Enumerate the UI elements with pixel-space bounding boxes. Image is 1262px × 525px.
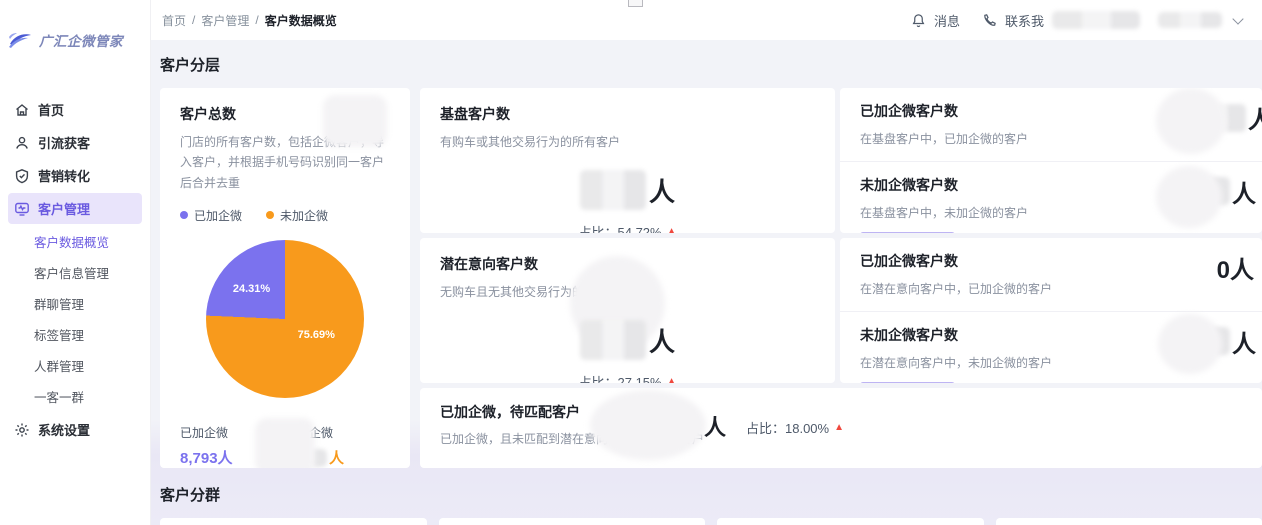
breadcrumb-separator: /	[192, 13, 195, 27]
sidebar-item-label: 营销转化	[38, 166, 90, 185]
section-title-layering: 客户分层	[160, 54, 1262, 75]
pending-match-value: 人	[704, 410, 726, 442]
total-customers-card: 客户总数 门店的所有客户数，包括企微客户，导入客户，并根据手机号码识别同一客户后…	[160, 88, 410, 468]
sidebar-item-label: 引流获客	[38, 133, 90, 152]
pending-match-card: 已加企微，待匹配客户 已加企微，且未匹配到潜在意向和基盘客户的客户 人 占比：1…	[420, 388, 1262, 468]
trend-up-icon: ▲	[667, 377, 677, 383]
layering-right-column: 基盘客户数 有购车或其他交易行为的所有客户 人 占比：54.72%▲ 已加企微客…	[420, 88, 1262, 468]
attract-wecom-button[interactable]: 引流企微 ≫	[860, 232, 955, 233]
potential-wecom-card: 已加企微客户数 在潜在意向客户中，已加企微的客户 0人 未加企微客户数 在潜在意…	[840, 238, 1262, 383]
topbar: 首页 / 客户管理 / 客户数据概览 消息 联系我	[150, 0, 1262, 40]
bell-icon[interactable]	[911, 13, 926, 28]
potential-not-added-wecom-block: 未加企微客户数 在潜在意向客户中，未加企微的客户 人 引流企微 ≫	[840, 311, 1262, 383]
pie-legend: 已加企微 未加企微	[180, 207, 390, 224]
potential-customers-card: 潜在意向客户数 无购车且无其他交易行为的所有客户 人 占比：27.15%▲	[420, 238, 835, 383]
redacted-account-name	[1158, 12, 1222, 28]
clipped-top-element	[628, 0, 643, 7]
pie-slice-label-added: 24.31%	[233, 283, 270, 295]
pie-footer: 已加企微 8,793人 未加企微 人	[180, 424, 390, 468]
sidebar-subitem-customer-info[interactable]: 客户信息管理	[0, 257, 150, 288]
base-customers-card: 基盘客户数 有购车或其他交易行为的所有客户 人 占比：54.72%▲	[420, 88, 835, 233]
redacted-blob	[323, 95, 387, 147]
sidebar-item-leads[interactable]: 引流获客	[0, 127, 150, 158]
base-added-wecom-block: 已加企微客户数 在基盘客户中，已加企微的客户 人	[840, 88, 1262, 161]
sidebar-subitem-one-customer-one-group[interactable]: 一客一群	[0, 381, 150, 412]
pie-slice-label-not-added: 75.69%	[298, 329, 335, 341]
sidebar-item-label: 首页	[38, 100, 64, 119]
redacted-number	[580, 170, 646, 210]
sidebar-item-customers[interactable]: 客户管理	[8, 193, 142, 224]
sidebar-item-label: 客户管理	[38, 199, 90, 218]
brand-name: 广汇企微管家	[39, 30, 123, 50]
layering-section: 客户总数 门店的所有客户数，包括企微客户，导入客户，并根据手机号码识别同一客户后…	[160, 88, 1262, 468]
sidebar-subitem-customer-data-overview[interactable]: 客户数据概览	[0, 226, 150, 257]
user-icon	[14, 135, 30, 151]
base-not-added-wecom-block: 未加企微客户数 在基盘客户中，未加企微的客户 人 引流企微 ≫	[840, 161, 1262, 233]
sidebar-item-label: 系统设置	[38, 420, 90, 439]
card-description: 在潜在意向客户中，已加企微的客户	[860, 279, 1242, 299]
potential-added-wecom-block: 已加企微客户数 在潜在意向客户中，已加企微的客户 0人	[840, 238, 1262, 311]
sidebar-item-settings[interactable]: 系统设置	[0, 414, 150, 445]
sidebar-nav: 首页 引流获客 营销转化 客户管理 客户数据概览 客户信息管理 群聊管理 标签管…	[0, 94, 150, 445]
sidebar-subitem-group-chat[interactable]: 群聊管理	[0, 288, 150, 319]
pending-ratio: 占比：18.00%▲	[746, 418, 844, 437]
sidebar-item-home[interactable]: 首页	[0, 94, 150, 125]
legend-item-added: 已加企微	[180, 207, 242, 224]
breadcrumb-section[interactable]: 客户管理	[201, 12, 249, 29]
sidebar-item-marketing[interactable]: 营销转化	[0, 160, 150, 191]
section-title-segments: 客户分群	[160, 484, 1262, 505]
chevron-down-icon[interactable]	[1232, 13, 1243, 24]
contact-link[interactable]: 联系我	[1005, 11, 1044, 30]
trend-up-icon: ▲	[667, 227, 677, 233]
customers-pie-chart[interactable]: 24.31% 75.69%	[206, 240, 364, 398]
base-customers-value: 人	[440, 170, 815, 210]
redacted-number	[580, 320, 646, 360]
home-icon	[14, 102, 30, 118]
sidebar: 广汇企微管家 首页 引流获客 营销转化 客户管理 客户数据概览	[0, 0, 150, 525]
topbar-actions: 消息 联系我	[911, 11, 1242, 30]
shield-icon	[14, 168, 30, 184]
sidebar-subitem-audience[interactable]: 人群管理	[0, 350, 150, 381]
breadcrumb: 首页 / 客户管理 / 客户数据概览	[162, 12, 337, 29]
breadcrumb-separator: /	[255, 13, 258, 27]
redacted-contact-number	[1052, 11, 1140, 29]
first-maintenance-customers-card[interactable]: 新车待首保客户数 购车时间5~7个月内，且无保养记录的客户	[717, 518, 984, 525]
new-car-customers-card[interactable]: 新车客户数 购车时间3个月的客户	[160, 518, 427, 525]
gear-icon	[14, 422, 30, 438]
breadcrumb-home[interactable]: 首页	[162, 12, 186, 29]
insurance-renewal-customers-card[interactable]: 车险待续保客户数 近一个月内车险即将到期的客户	[439, 518, 706, 525]
phone-icon	[982, 13, 997, 28]
sidebar-subitem-tags[interactable]: 标签管理	[0, 319, 150, 350]
page-content: 客户分层 客户总数 门店的所有客户数，包括企微客户，导入客户，并根据手机号码识别…	[150, 40, 1262, 525]
swoosh-logo-icon	[8, 31, 34, 49]
trend-up-icon: ▲	[834, 423, 844, 433]
legend-dot-orange	[266, 211, 274, 219]
breadcrumb-current: 客户数据概览	[265, 12, 337, 29]
main-area: 首页 / 客户管理 / 客户数据概览 消息 联系我 客户分层 客户总数	[150, 0, 1262, 525]
silent-customers-card[interactable]: 沉默客户数 超过180天未到店的客户	[996, 518, 1262, 525]
card-description: 有购车或其他交易行为的所有客户	[440, 132, 815, 152]
legend-dot-purple	[180, 211, 188, 219]
brand-logo: 广汇企微管家	[0, 0, 150, 50]
card-title: 基盘客户数	[440, 104, 815, 124]
attract-wecom-button[interactable]: 引流企微 ≫	[860, 382, 955, 383]
base-ratio: 占比：54.72%▲	[440, 222, 815, 233]
base-wecom-card: 已加企微客户数 在基盘客户中，已加企微的客户 人 未加企微客户数 在基盘客户中，…	[840, 88, 1262, 233]
chat-icon	[14, 201, 30, 217]
potential-customers-value: 人	[440, 320, 815, 360]
legend-item-not-added: 未加企微	[266, 207, 328, 224]
card-title: 已加企微客户数	[860, 251, 1242, 271]
potential-added-value: 0人	[1217, 250, 1254, 285]
not-added-wecom-total: 未加企微 人	[285, 424, 390, 468]
segments-section: 新车客户数 购车时间3个月的客户 车险待续保客户数 近一个月内车险即将到期的客户	[160, 518, 1262, 525]
potential-ratio: 占比：27.15%▲	[440, 372, 815, 383]
message-link[interactable]: 消息	[934, 11, 960, 30]
